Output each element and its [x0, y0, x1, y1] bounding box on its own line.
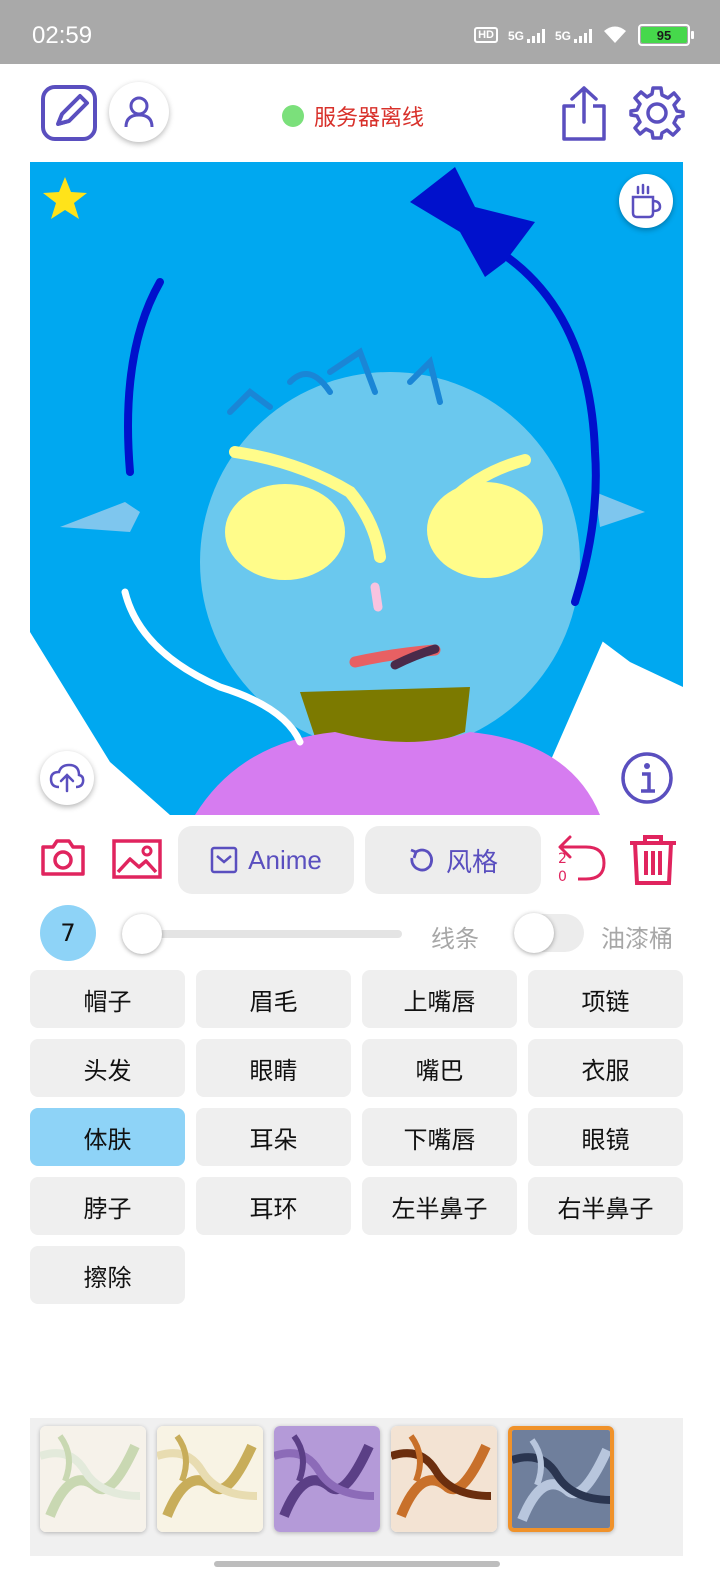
style-preview-image [391, 1426, 497, 1532]
brush-size-slider[interactable] [140, 930, 402, 938]
part-button[interactable]: 衣服 [528, 1039, 683, 1097]
share-button[interactable] [558, 84, 610, 144]
style-thumbnail-style-green[interactable] [40, 1426, 146, 1532]
style-thumbnail-style-gold[interactable] [157, 1426, 263, 1532]
anime-button[interactable]: Anime [178, 826, 354, 894]
refresh-icon [410, 848, 433, 872]
part-button[interactable]: 体肤 [30, 1108, 185, 1166]
star-icon [43, 177, 87, 219]
settings-button[interactable] [628, 84, 686, 142]
upload-button[interactable] [40, 751, 94, 805]
style-thumbnail-style-orange[interactable] [391, 1426, 497, 1532]
part-button[interactable]: 左半鼻子 [362, 1177, 517, 1235]
style-thumbnail-style-purple[interactable] [274, 1426, 380, 1532]
trash-icon [630, 835, 676, 885]
style-thumbnail-strip [30, 1418, 683, 1556]
style-preview-image [512, 1430, 610, 1528]
part-button[interactable]: 耳环 [196, 1177, 351, 1235]
style-thumbnail-style-blue[interactable] [508, 1426, 614, 1532]
gear-icon [629, 86, 685, 140]
part-button[interactable]: 眉毛 [196, 970, 351, 1028]
style-preview-image [274, 1426, 380, 1532]
battery-icon: 95 [638, 24, 694, 46]
part-button[interactable]: 帽子 [30, 970, 185, 1028]
wifi-icon [604, 26, 626, 43]
network-5g-label: 5G [507, 29, 524, 43]
part-button[interactable]: 右半鼻子 [528, 1177, 683, 1235]
coffee-button[interactable] [619, 174, 673, 228]
edit-button[interactable] [40, 84, 98, 142]
signal-icon-2 [574, 27, 592, 43]
gallery-button[interactable] [112, 839, 162, 881]
share-icon [562, 86, 606, 141]
part-button[interactable]: 脖子 [30, 1177, 185, 1235]
server-status-dot [282, 105, 304, 127]
part-button[interactable]: 头发 [30, 1039, 185, 1097]
paint-bucket-toggle-knob [514, 913, 554, 953]
camera-icon [41, 839, 85, 876]
brush-size-badge: 7 [40, 905, 96, 961]
hd-icon: HD [474, 27, 498, 43]
coffee-cup-icon [631, 183, 662, 219]
server-status: 服务器离线 [282, 100, 424, 132]
image-icon [112, 839, 162, 879]
part-button[interactable]: 项链 [528, 970, 683, 1028]
favorite-button[interactable] [40, 174, 90, 224]
camera-button[interactable] [40, 837, 86, 881]
cloud-upload-icon [49, 763, 85, 793]
home-indicator [214, 1561, 500, 1567]
status-icons: HD 5G 5G 95 [474, 24, 694, 46]
drawing-canvas[interactable] [30, 162, 683, 815]
part-button[interactable]: 耳朵 [196, 1108, 351, 1166]
action-row: Anime 风格 2 0 [0, 825, 720, 895]
part-button[interactable]: 眼睛 [196, 1039, 351, 1097]
undo-count-top: 2 [558, 851, 567, 867]
battery-level: 95 [641, 27, 687, 43]
paint-bucket-label: 油漆桶 [601, 925, 673, 953]
delete-button[interactable] [626, 833, 680, 887]
server-status-label: 服务器离线 [314, 106, 425, 131]
profile-button[interactable] [109, 82, 169, 142]
part-button[interactable]: 下嘴唇 [362, 1108, 517, 1166]
signal-icon [526, 27, 545, 43]
style-preview-image [157, 1426, 263, 1532]
brush-controls: 7 线条 油漆桶 [0, 905, 720, 965]
network-5g-label-2: 5G [554, 29, 571, 43]
line-mode-label: 线条 [431, 925, 479, 953]
paint-bucket-toggle[interactable] [514, 913, 584, 953]
part-button[interactable]: 嘴巴 [362, 1039, 517, 1097]
status-time: 02:59 [32, 22, 93, 49]
edit-square-icon [41, 85, 97, 141]
style-button[interactable]: 风格 [365, 826, 541, 894]
info-icon [621, 752, 673, 804]
status-bar: 02:59 HD 5G 5G 95 [0, 0, 720, 64]
style-label: 风格 [445, 846, 498, 877]
anime-label: Anime [248, 844, 322, 875]
checkbox-icon [210, 846, 238, 874]
undo-count-bottom: 0 [558, 869, 567, 885]
part-button[interactable]: 眼镜 [528, 1108, 683, 1166]
part-button[interactable]: 擦除 [30, 1246, 185, 1304]
drawing-artwork [30, 162, 683, 815]
info-button[interactable] [620, 751, 674, 805]
part-button[interactable]: 上嘴唇 [362, 970, 517, 1028]
brush-size-slider-thumb[interactable] [122, 914, 162, 954]
style-preview-image [40, 1426, 146, 1532]
undo-button[interactable]: 2 0 [556, 833, 608, 887]
person-icon [124, 96, 154, 128]
